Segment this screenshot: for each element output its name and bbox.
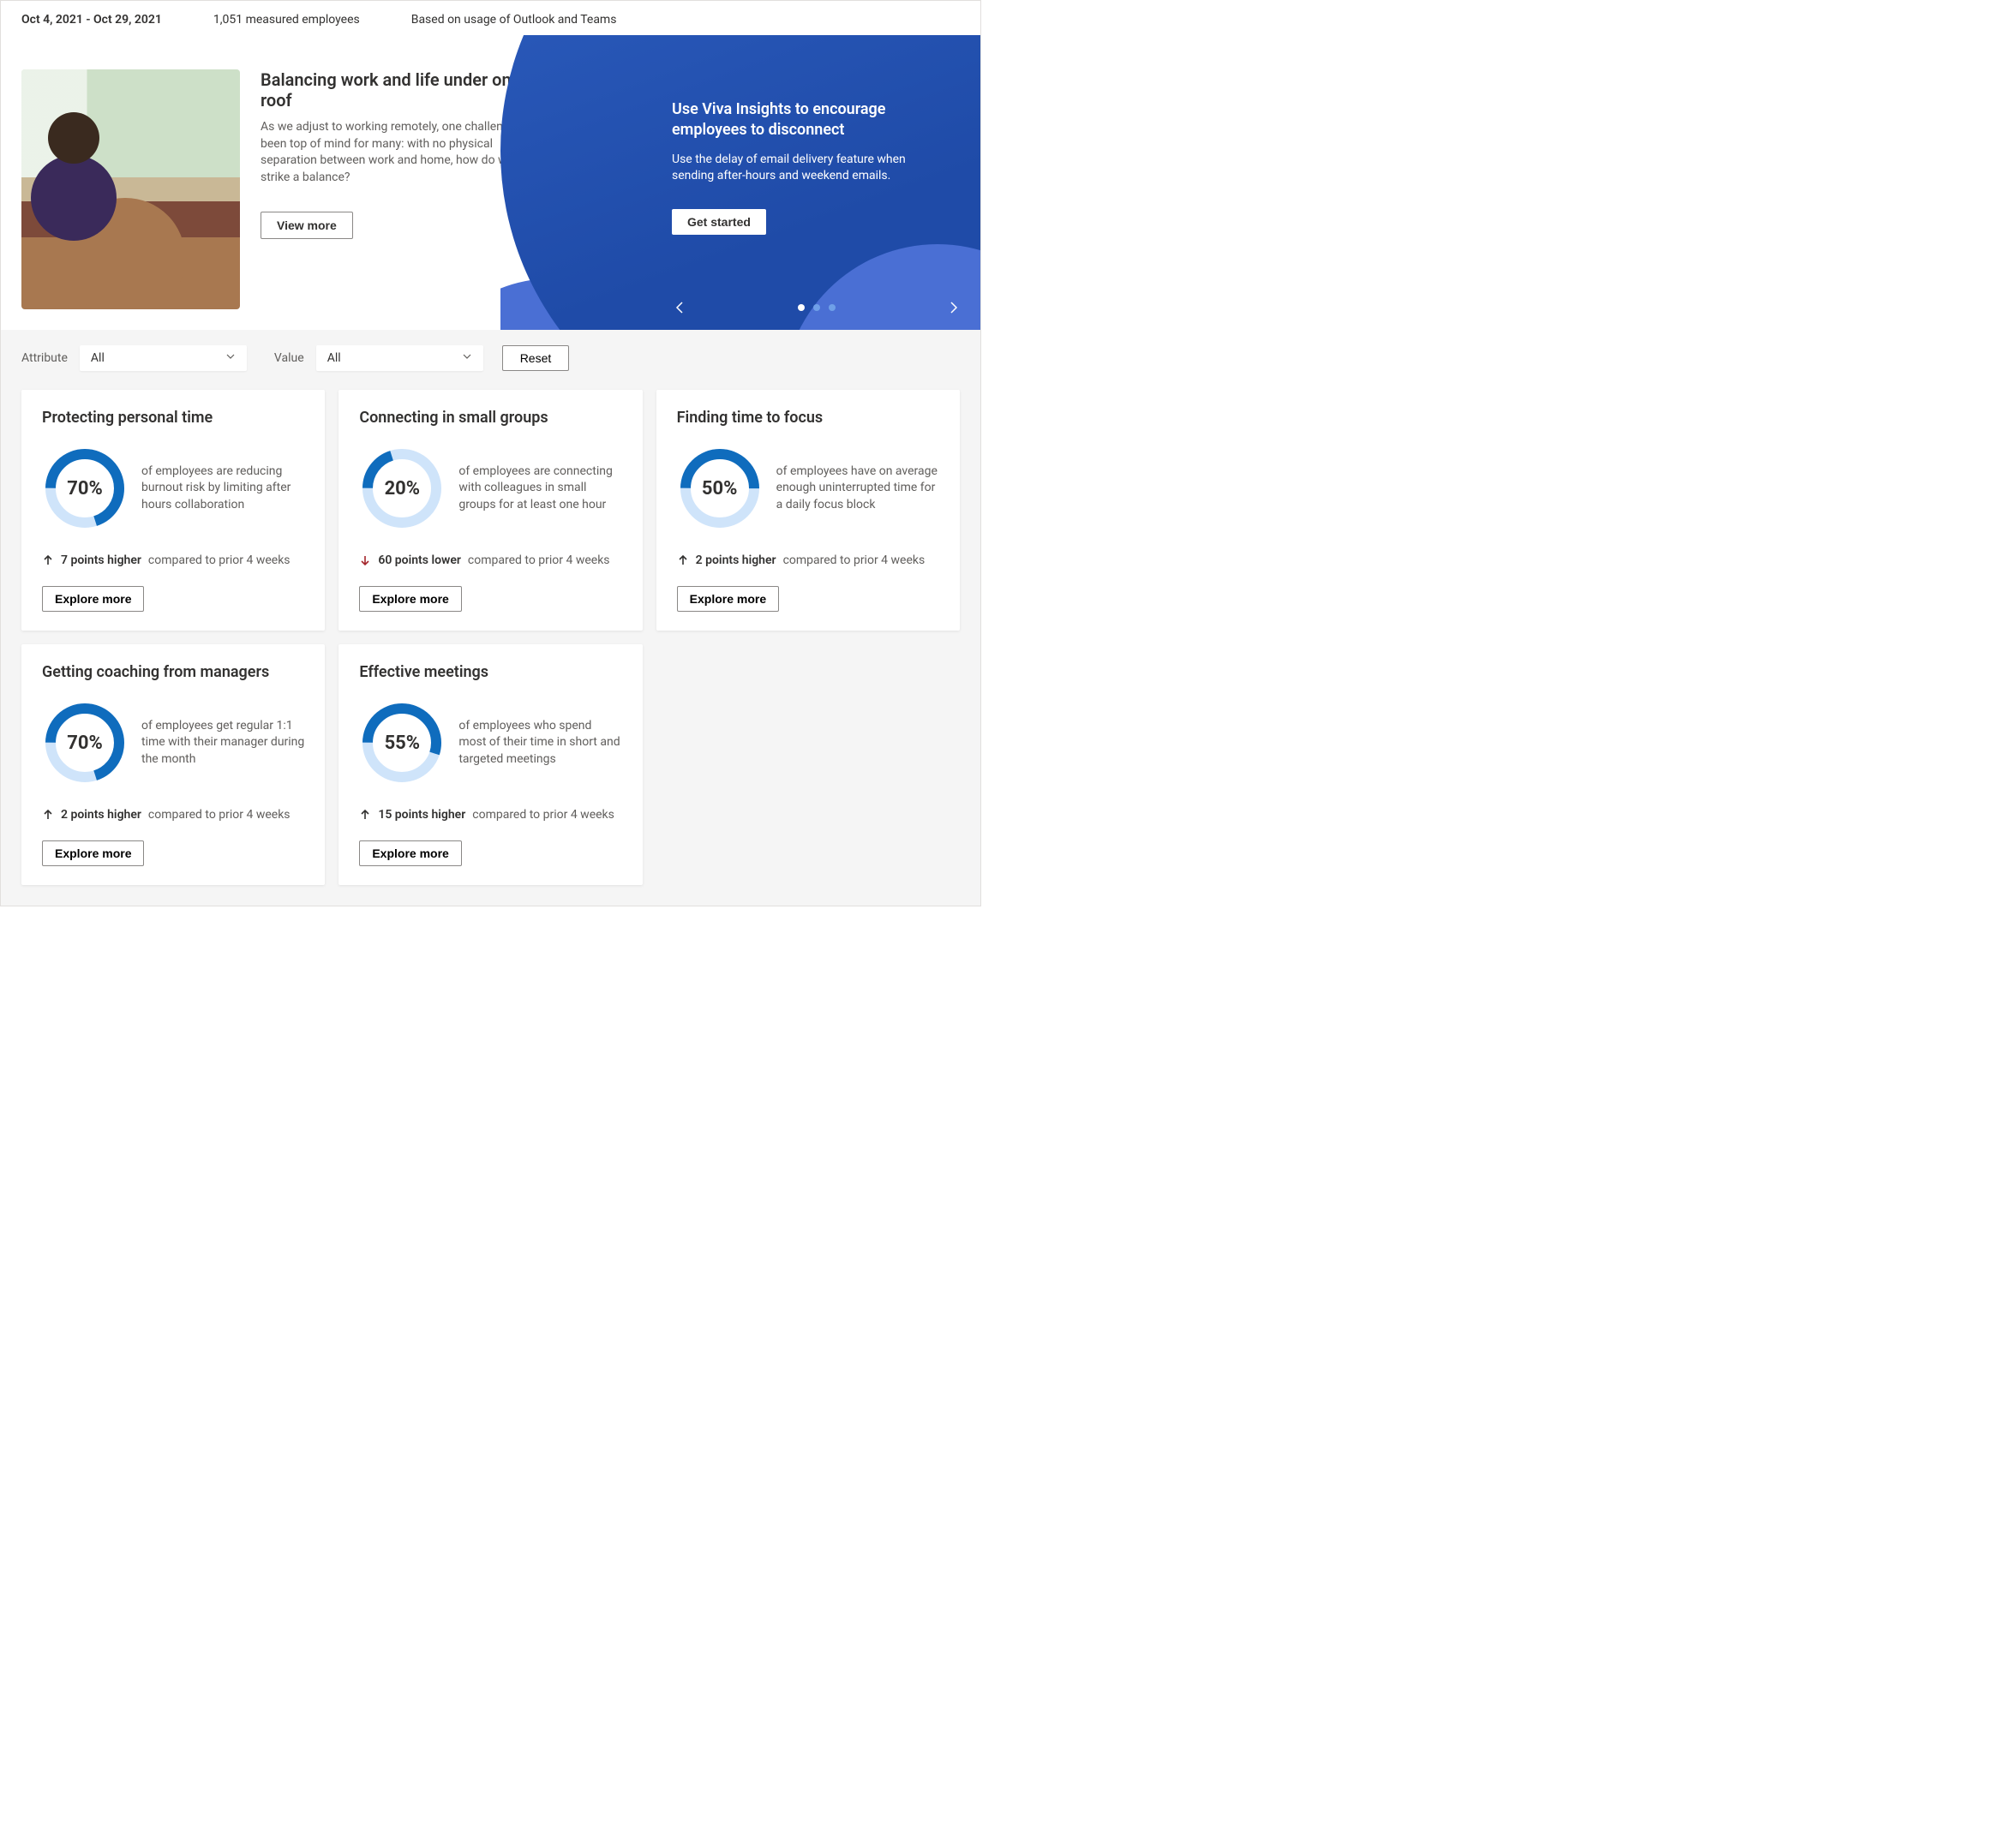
trend-value: 60 points lower bbox=[378, 553, 461, 567]
carousel-dots bbox=[798, 304, 836, 311]
arrow-up-icon bbox=[359, 809, 371, 821]
explore-more-button[interactable]: Explore more bbox=[42, 840, 144, 866]
carousel-nav bbox=[672, 299, 962, 316]
card-title: Connecting in small groups bbox=[359, 409, 621, 427]
explore-more-button[interactable]: Explore more bbox=[677, 586, 779, 612]
card-title: Finding time to focus bbox=[677, 409, 939, 427]
arrow-down-icon bbox=[359, 554, 371, 566]
metric-description: of employees have on average enough unin… bbox=[776, 463, 939, 514]
trend-context: compared to prior 4 weeks bbox=[472, 808, 614, 822]
view-more-button[interactable]: View more bbox=[261, 212, 353, 239]
donut-chart: 50% bbox=[677, 446, 763, 531]
arrow-up-icon bbox=[677, 554, 689, 566]
donut-percent: 70% bbox=[42, 700, 128, 786]
data-source: Based on usage of Outlook and Teams bbox=[411, 13, 617, 27]
trend-row: 60 points lower compared to prior 4 week… bbox=[359, 553, 621, 567]
date-range: Oct 4, 2021 - Oct 29, 2021 bbox=[21, 13, 162, 27]
carousel-prev-icon[interactable] bbox=[672, 299, 689, 316]
trend-value: 2 points higher bbox=[61, 808, 141, 822]
trend-context: compared to prior 4 weeks bbox=[783, 553, 926, 567]
value-select[interactable]: All bbox=[316, 345, 483, 371]
donut-chart: 70% bbox=[42, 446, 128, 531]
metric-description: of employees get regular 1:1 time with t… bbox=[141, 718, 304, 769]
promo-content: Use Viva Insights to encourage employees… bbox=[672, 99, 938, 235]
metric-card: Protecting personal time 70% of employee… bbox=[21, 390, 325, 631]
chevron-down-icon bbox=[225, 351, 236, 365]
trend-value: 7 points higher bbox=[61, 553, 141, 567]
chevron-down-icon bbox=[462, 351, 472, 365]
carousel-next-icon[interactable] bbox=[944, 299, 962, 316]
trend-row: 2 points higher compared to prior 4 week… bbox=[677, 553, 939, 567]
card-title: Protecting personal time bbox=[42, 409, 304, 427]
explore-more-button[interactable]: Explore more bbox=[359, 586, 461, 612]
metric-card: Connecting in small groups 20% of employ… bbox=[338, 390, 642, 631]
carousel-dot-3[interactable] bbox=[829, 304, 836, 311]
carousel-dot-2[interactable] bbox=[813, 304, 820, 311]
metric-card: Finding time to focus 50% of employees h… bbox=[656, 390, 960, 631]
metric-row: 70% of employees are reducing burnout ri… bbox=[42, 446, 304, 531]
attribute-select-value: All bbox=[91, 351, 105, 365]
filters-row: Attribute All Value All Reset bbox=[21, 345, 960, 371]
card-title: Getting coaching from managers bbox=[42, 663, 304, 681]
page-root: Oct 4, 2021 - Oct 29, 2021 1,051 measure… bbox=[0, 0, 981, 906]
trend-value: 15 points higher bbox=[378, 808, 465, 822]
hero-image bbox=[21, 69, 240, 309]
trend-row: 2 points higher compared to prior 4 week… bbox=[42, 808, 304, 822]
carousel-dot-1[interactable] bbox=[798, 304, 805, 311]
donut-percent: 55% bbox=[359, 700, 445, 786]
card-title: Effective meetings bbox=[359, 663, 621, 681]
donut-percent: 50% bbox=[677, 446, 763, 531]
attribute-select[interactable]: All bbox=[80, 345, 247, 371]
filter-section: Attribute All Value All Reset Protecting… bbox=[1, 330, 980, 906]
trend-row: 7 points higher compared to prior 4 week… bbox=[42, 553, 304, 567]
arrow-up-icon bbox=[42, 809, 54, 821]
trend-context: compared to prior 4 weeks bbox=[148, 553, 291, 567]
metric-row: 55% of employees who spend most of their… bbox=[359, 700, 621, 786]
explore-more-button[interactable]: Explore more bbox=[42, 586, 144, 612]
donut-percent: 70% bbox=[42, 446, 128, 531]
metric-card: Getting coaching from managers 70% of em… bbox=[21, 644, 325, 885]
employee-count: 1,051 measured employees bbox=[213, 13, 360, 27]
donut-percent: 20% bbox=[359, 446, 445, 531]
promo-body: Use the delay of email delivery feature … bbox=[672, 152, 938, 185]
donut-chart: 70% bbox=[42, 700, 128, 786]
attribute-label: Attribute bbox=[21, 351, 68, 365]
arrow-up-icon bbox=[42, 554, 54, 566]
metric-description: of employees are reducing burnout risk b… bbox=[141, 463, 304, 514]
metric-description: of employees are connecting with colleag… bbox=[458, 463, 621, 514]
donut-chart: 55% bbox=[359, 700, 445, 786]
info-row: Oct 4, 2021 - Oct 29, 2021 1,051 measure… bbox=[1, 1, 980, 35]
value-label: Value bbox=[274, 351, 304, 365]
value-select-value: All bbox=[327, 351, 341, 365]
metric-card: Effective meetings 55% of employees who … bbox=[338, 644, 642, 885]
hero-banner: Balancing work and life under one roof A… bbox=[1, 35, 980, 330]
trend-value: 2 points higher bbox=[696, 553, 776, 567]
metric-row: 70% of employees get regular 1:1 time wi… bbox=[42, 700, 304, 786]
promo-title: Use Viva Insights to encourage employees… bbox=[672, 99, 938, 141]
metric-row: 20% of employees are connecting with col… bbox=[359, 446, 621, 531]
get-started-button[interactable]: Get started bbox=[672, 209, 766, 235]
trend-row: 15 points higher compared to prior 4 wee… bbox=[359, 808, 621, 822]
cards-grid: Protecting personal time 70% of employee… bbox=[21, 390, 960, 885]
explore-more-button[interactable]: Explore more bbox=[359, 840, 461, 866]
donut-chart: 20% bbox=[359, 446, 445, 531]
trend-context: compared to prior 4 weeks bbox=[468, 553, 610, 567]
reset-button[interactable]: Reset bbox=[502, 345, 570, 371]
metric-description: of employees who spend most of their tim… bbox=[458, 718, 621, 769]
promo-panel: Use Viva Insights to encourage employees… bbox=[500, 35, 980, 330]
trend-context: compared to prior 4 weeks bbox=[148, 808, 291, 822]
metric-row: 50% of employees have on average enough … bbox=[677, 446, 939, 531]
